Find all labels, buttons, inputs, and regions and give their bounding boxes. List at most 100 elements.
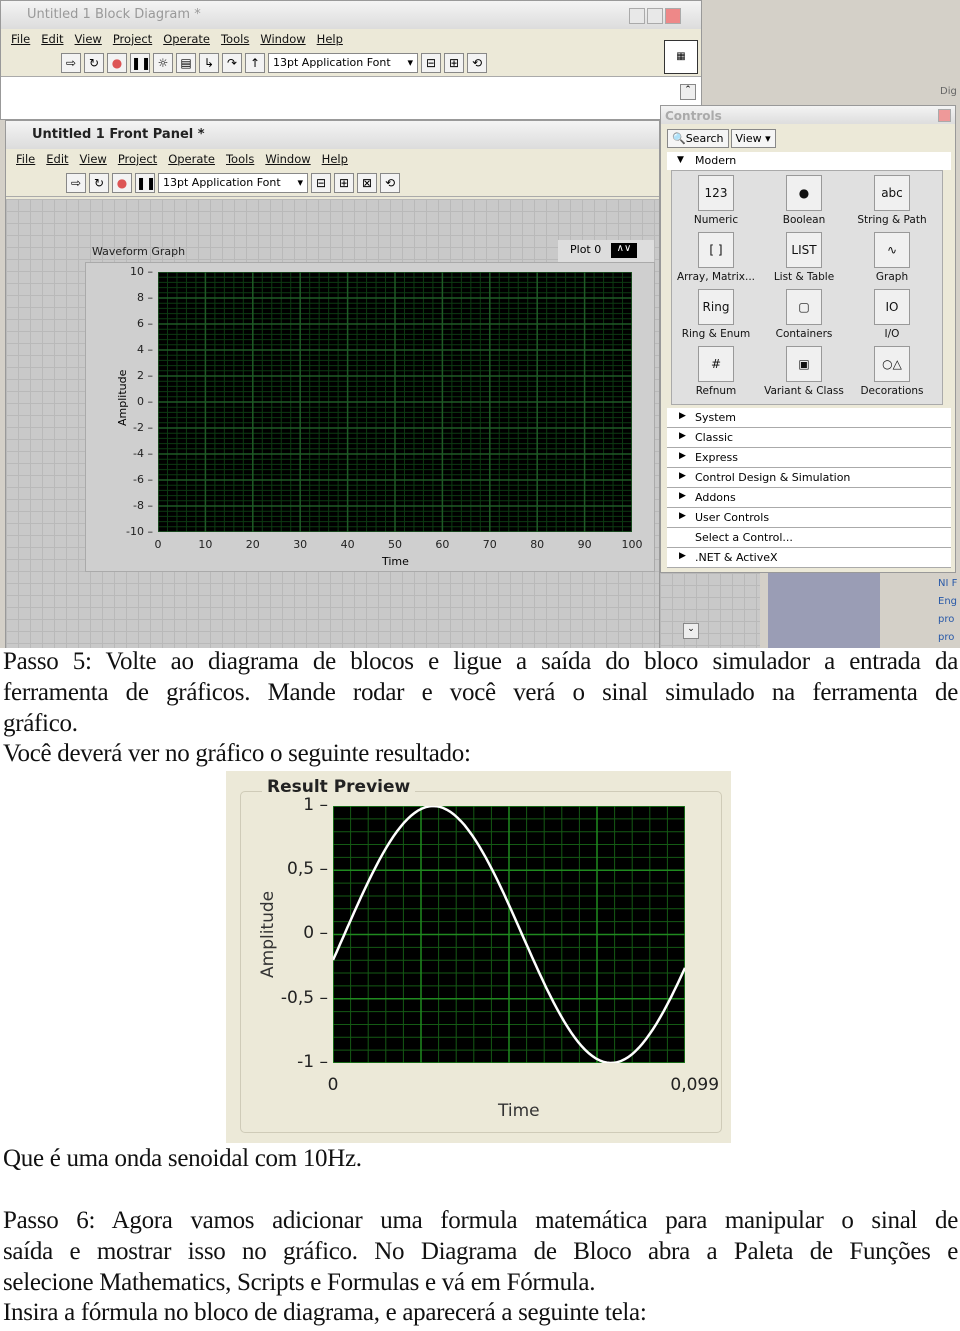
maximize-button[interactable] [647,8,663,24]
reorder-button[interactable]: ⟲ [467,52,487,73]
menu-item[interactable]: Project [118,152,157,169]
palette-item[interactable]: IO I/O [848,289,936,340]
paragraph-formula-intro: Insira a fórmula no bloco de diagrama, e… [3,1299,647,1326]
search-button[interactable]: 🔍Search [667,129,729,148]
side-text-line: pro [938,614,955,625]
palette-close-button[interactable] [938,109,951,122]
y-tick-label: 0 – [137,394,153,408]
retain-button[interactable]: ▤ [176,52,196,73]
x-tick-label: 80 [530,538,545,551]
align-button[interactable]: ⊟ [311,172,331,193]
palette-category[interactable]: ▶ Addons [667,488,951,508]
menu-item[interactable]: Project [113,32,152,49]
palette-category[interactable]: ▶ User Controls [667,508,951,528]
menu-item[interactable]: File [11,32,30,49]
palette-item-label: String & Path [857,214,927,226]
palette-category[interactable]: ▶ Control Design & Simulation [667,468,951,488]
step-out-button[interactable]: ↑ [245,52,265,73]
x-tick-label: 100 [621,538,643,551]
paragraph-result-intro: Você deverá ver no gráfico o seguinte re… [3,740,471,767]
scroll-down-button[interactable]: ⌄ [683,623,699,639]
view-button[interactable]: View ▾ [730,129,776,148]
menu-item[interactable]: Help [317,32,343,49]
palette-category[interactable]: ▶ Classic [667,428,951,448]
palette-category-label: Control Design & Simulation [695,471,851,484]
palette-item[interactable]: 123 Numeric [672,175,760,226]
plot-legend[interactable]: Plot 0 ∧∨ [558,240,654,262]
menu-item[interactable]: Tools [221,32,249,49]
palette-item-icon: Ring [698,289,734,325]
palette-item-icon: IO [874,289,910,325]
menu-item[interactable]: File [16,152,35,169]
palette-item[interactable]: ○△ Decorations [848,346,936,397]
x-tick-label: 90 [577,538,592,551]
waveform-graph-plot[interactable] [158,272,632,532]
minimize-button[interactable] [629,8,645,24]
menu-item[interactable]: Edit [41,32,63,49]
expand-right-icon: ▶ [679,431,686,441]
expand-down-icon: ▼ [677,155,684,165]
pause-button[interactable]: ❚❚ [130,52,151,73]
menu-item[interactable]: Help [322,152,348,169]
y-tick-label: 1 – [303,794,328,815]
palette-item[interactable]: ▣ Variant & Class [760,346,848,397]
palette-category[interactable]: ▶ Express [667,448,951,468]
vi-icon: ▦ [664,40,698,74]
menu-item[interactable]: Tools [226,152,254,169]
scroll-up-button[interactable]: ⌃ [680,84,696,100]
y-tick-label: -1 – [297,1051,328,1072]
palette-item-icon: abc [874,175,910,211]
palette-category-label: .NET & ActiveX [695,551,778,564]
menu-item[interactable]: Operate [163,32,210,49]
palette-item[interactable]: [ ] Array, Matrix... [672,232,760,283]
y-tick-label: 10 – [130,264,153,278]
menu-item[interactable]: Window [265,152,310,169]
step-over-button[interactable]: ↷ [222,52,242,73]
x-tick-label: 20 [245,538,260,551]
side-text-dig: Dig [940,86,957,97]
front-panel-toolbar: ⇨↻●❚❚ 13pt Application Font ⊟⊞⊠⟲ [6,169,659,197]
menu-item[interactable]: View [80,152,107,169]
menu-item[interactable]: Edit [46,152,68,169]
front-panel-title: Untitled 1 Front Panel * [6,121,659,149]
y-tick-label: 6 – [137,316,153,330]
paragraph-passo6-line2: saída e mostrar isso no gráfico. No Diag… [3,1238,958,1265]
font-select[interactable]: 13pt Application Font [158,172,308,193]
menu-item[interactable]: Operate [168,152,215,169]
font-select[interactable]: 13pt Application Font [268,52,418,73]
palette-category-label: Addons [695,491,736,504]
align-button[interactable]: ⊟ [421,52,441,73]
palette-item[interactable]: ▢ Containers [760,289,848,340]
distribute-button[interactable]: ⊞ [334,172,354,193]
y-tick-label: -4 – [133,446,153,460]
close-button[interactable] [665,8,681,24]
palette-item-icon: LIST [786,232,822,268]
menu-item[interactable]: View [75,32,102,49]
run-continuous-button[interactable]: ↻ [89,172,109,193]
run-continuous-button[interactable]: ↻ [84,52,104,73]
palette-category[interactable]: Select a Control... [667,528,951,548]
palette-item[interactable]: ● Boolean [760,175,848,226]
abort-button[interactable]: ● [107,52,127,73]
distribute-button[interactable]: ⊞ [444,52,464,73]
expand-right-icon: ▶ [679,511,686,521]
run-button[interactable]: ⇨ [66,172,86,193]
expand-right-icon: ▶ [679,551,686,561]
palette-item[interactable]: ∿ Graph [848,232,936,283]
x-tick-label: 40 [340,538,355,551]
palette-item[interactable]: # Refnum [672,346,760,397]
highlight-button[interactable]: ☼ [153,52,173,73]
pause-button[interactable]: ❚❚ [135,172,156,193]
palette-category[interactable]: ▶ System [667,408,951,428]
reorder-button[interactable]: ⟲ [380,172,400,193]
section-modern[interactable]: ▼ Modern [667,152,951,170]
palette-item[interactable]: LIST List & Table [760,232,848,283]
palette-category[interactable]: ▶ .NET & ActiveX [667,548,951,568]
palette-item[interactable]: Ring Ring & Enum [672,289,760,340]
palette-item[interactable]: abc String & Path [848,175,936,226]
abort-button[interactable]: ● [112,172,132,193]
run-button[interactable]: ⇨ [61,52,81,73]
menu-item[interactable]: Window [260,32,305,49]
step-into-button[interactable]: ↳ [199,52,219,73]
resize-button[interactable]: ⊠ [357,172,377,193]
